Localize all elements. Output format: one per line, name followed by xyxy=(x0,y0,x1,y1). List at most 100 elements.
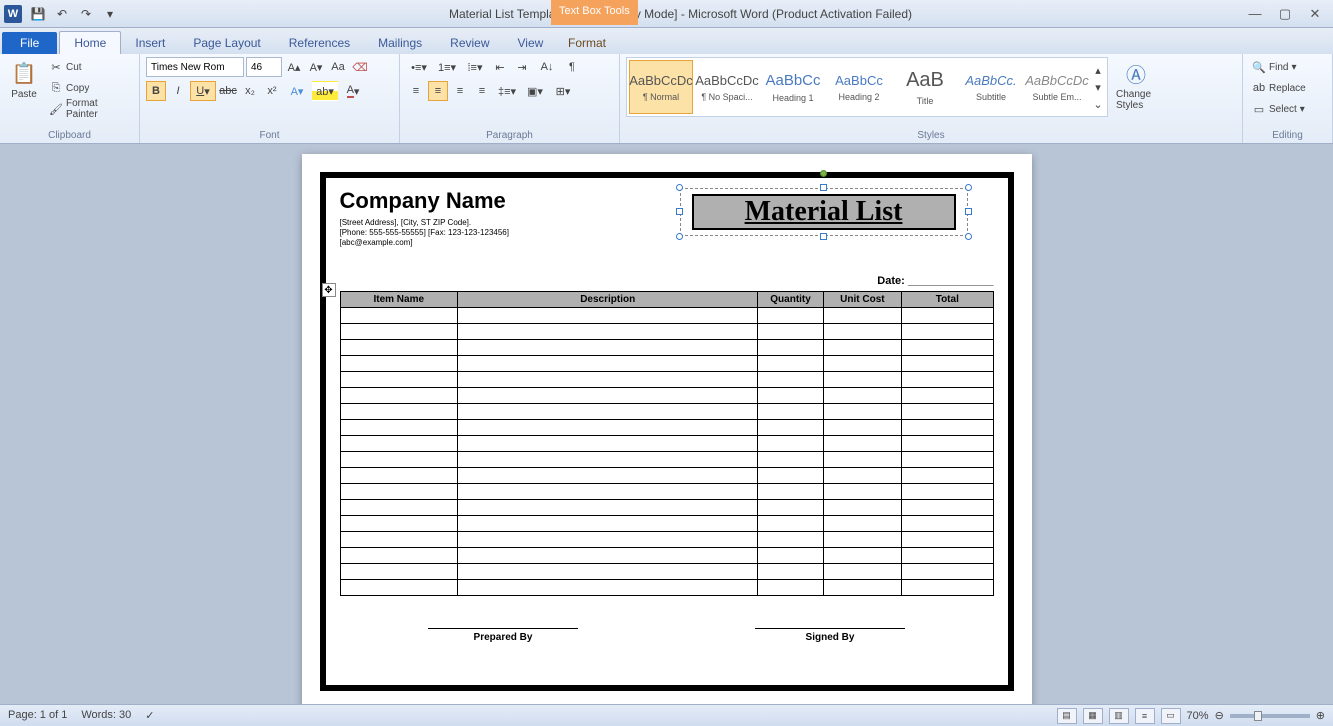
bullets-button[interactable]: •≡▾ xyxy=(406,57,432,77)
table-cell[interactable] xyxy=(823,324,901,340)
table-cell[interactable] xyxy=(758,580,823,596)
style-title[interactable]: AaBTitle xyxy=(893,60,957,114)
sort-button[interactable]: A↓ xyxy=(534,57,560,77)
close-button[interactable]: ✕ xyxy=(1301,4,1329,24)
gallery-up-icon[interactable]: ▴ xyxy=(1091,62,1105,78)
table-cell[interactable] xyxy=(458,356,758,372)
style-normal[interactable]: AaBbCcDc¶ Normal xyxy=(629,60,693,114)
format-painter-button[interactable]: 🖌Format Painter xyxy=(46,99,133,119)
table-cell[interactable] xyxy=(340,340,458,356)
table-cell[interactable] xyxy=(902,580,993,596)
table-cell[interactable] xyxy=(458,420,758,436)
table-cell[interactable] xyxy=(458,500,758,516)
qat-more-icon[interactable]: ▾ xyxy=(100,4,120,24)
grow-font-button[interactable]: A▴ xyxy=(284,57,304,77)
tab-view[interactable]: View xyxy=(504,32,558,54)
tab-review[interactable]: Review xyxy=(436,32,503,54)
table-cell[interactable] xyxy=(758,340,823,356)
table-cell[interactable] xyxy=(458,308,758,324)
table-cell[interactable] xyxy=(902,516,993,532)
table-cell[interactable] xyxy=(902,340,993,356)
rotation-handle[interactable] xyxy=(820,170,827,177)
table-row[interactable] xyxy=(340,340,993,356)
table-cell[interactable] xyxy=(823,500,901,516)
col-item-name[interactable]: Item Name xyxy=(340,292,458,308)
table-cell[interactable] xyxy=(823,372,901,388)
table-cell[interactable] xyxy=(758,532,823,548)
table-row[interactable] xyxy=(340,548,993,564)
table-cell[interactable] xyxy=(823,356,901,372)
undo-icon[interactable]: ↶ xyxy=(52,4,72,24)
table-cell[interactable] xyxy=(823,580,901,596)
tab-mailings[interactable]: Mailings xyxy=(364,32,436,54)
material-table[interactable]: Item Name Description Quantity Unit Cost… xyxy=(340,291,994,596)
table-cell[interactable] xyxy=(758,436,823,452)
zoom-in-button[interactable]: ⊕ xyxy=(1316,709,1325,722)
view-web[interactable]: ▥ xyxy=(1109,708,1129,724)
table-cell[interactable] xyxy=(340,404,458,420)
table-row[interactable] xyxy=(340,532,993,548)
shading-button[interactable]: ▣▾ xyxy=(522,81,548,101)
resize-handle-tm[interactable] xyxy=(820,184,827,191)
table-row[interactable] xyxy=(340,564,993,580)
highlight-button[interactable]: ab▾ xyxy=(312,81,338,101)
tab-format[interactable]: Format xyxy=(554,32,620,54)
table-cell[interactable] xyxy=(823,452,901,468)
show-marks-button[interactable]: ¶ xyxy=(562,57,582,77)
table-cell[interactable] xyxy=(758,420,823,436)
table-cell[interactable] xyxy=(902,452,993,468)
table-cell[interactable] xyxy=(458,340,758,356)
font-name-input[interactable] xyxy=(146,57,244,77)
table-cell[interactable] xyxy=(758,548,823,564)
table-row[interactable] xyxy=(340,468,993,484)
table-cell[interactable] xyxy=(902,404,993,420)
subscript-button[interactable]: x₂ xyxy=(240,81,260,101)
table-cell[interactable] xyxy=(458,516,758,532)
table-cell[interactable] xyxy=(823,532,901,548)
borders-button[interactable]: ⊞▾ xyxy=(550,81,576,101)
table-cell[interactable] xyxy=(758,404,823,420)
styles-gallery[interactable]: AaBbCcDc¶ Normal AaBbCcDc¶ No Spaci... A… xyxy=(626,57,1108,117)
table-row[interactable] xyxy=(340,356,993,372)
zoom-out-button[interactable]: ⊖ xyxy=(1215,709,1224,722)
superscript-button[interactable]: x² xyxy=(262,81,282,101)
multilevel-button[interactable]: ⁞≡▾ xyxy=(462,57,488,77)
table-row[interactable] xyxy=(340,388,993,404)
decrease-indent-button[interactable]: ⇤ xyxy=(490,57,510,77)
italic-button[interactable]: I xyxy=(168,81,188,101)
table-move-handle[interactable]: ✥ xyxy=(322,283,336,297)
align-right-button[interactable]: ≡ xyxy=(450,81,470,101)
view-outline[interactable]: ≡ xyxy=(1135,708,1155,724)
table-cell[interactable] xyxy=(758,372,823,388)
table-cell[interactable] xyxy=(902,500,993,516)
table-cell[interactable] xyxy=(458,452,758,468)
text-effects-button[interactable]: A▾ xyxy=(284,81,310,101)
table-cell[interactable] xyxy=(902,372,993,388)
table-cell[interactable] xyxy=(758,308,823,324)
table-cell[interactable] xyxy=(458,548,758,564)
table-cell[interactable] xyxy=(340,548,458,564)
table-cell[interactable] xyxy=(340,388,458,404)
table-cell[interactable] xyxy=(758,564,823,580)
table-row[interactable] xyxy=(340,516,993,532)
table-cell[interactable] xyxy=(902,436,993,452)
resize-handle-ml[interactable] xyxy=(676,208,683,215)
tab-insert[interactable]: Insert xyxy=(121,32,179,54)
table-cell[interactable] xyxy=(458,580,758,596)
col-description[interactable]: Description xyxy=(458,292,758,308)
title-text[interactable]: Material List xyxy=(745,196,903,228)
font-color-button[interactable]: A▾ xyxy=(340,81,366,101)
table-cell[interactable] xyxy=(340,532,458,548)
align-left-button[interactable]: ≡ xyxy=(406,81,426,101)
change-case-button[interactable]: Aa xyxy=(328,57,348,77)
minimize-button[interactable]: — xyxy=(1241,4,1269,24)
table-cell[interactable] xyxy=(340,468,458,484)
zoom-level[interactable]: 70% xyxy=(1187,710,1209,722)
table-cell[interactable] xyxy=(823,548,901,564)
style-subtitle[interactable]: AaBbCc.Subtitle xyxy=(959,60,1023,114)
table-cell[interactable] xyxy=(823,484,901,500)
redo-icon[interactable]: ↷ xyxy=(76,4,96,24)
view-full-screen[interactable]: ▦ xyxy=(1083,708,1103,724)
table-cell[interactable] xyxy=(823,308,901,324)
tab-home[interactable]: Home xyxy=(59,31,121,54)
